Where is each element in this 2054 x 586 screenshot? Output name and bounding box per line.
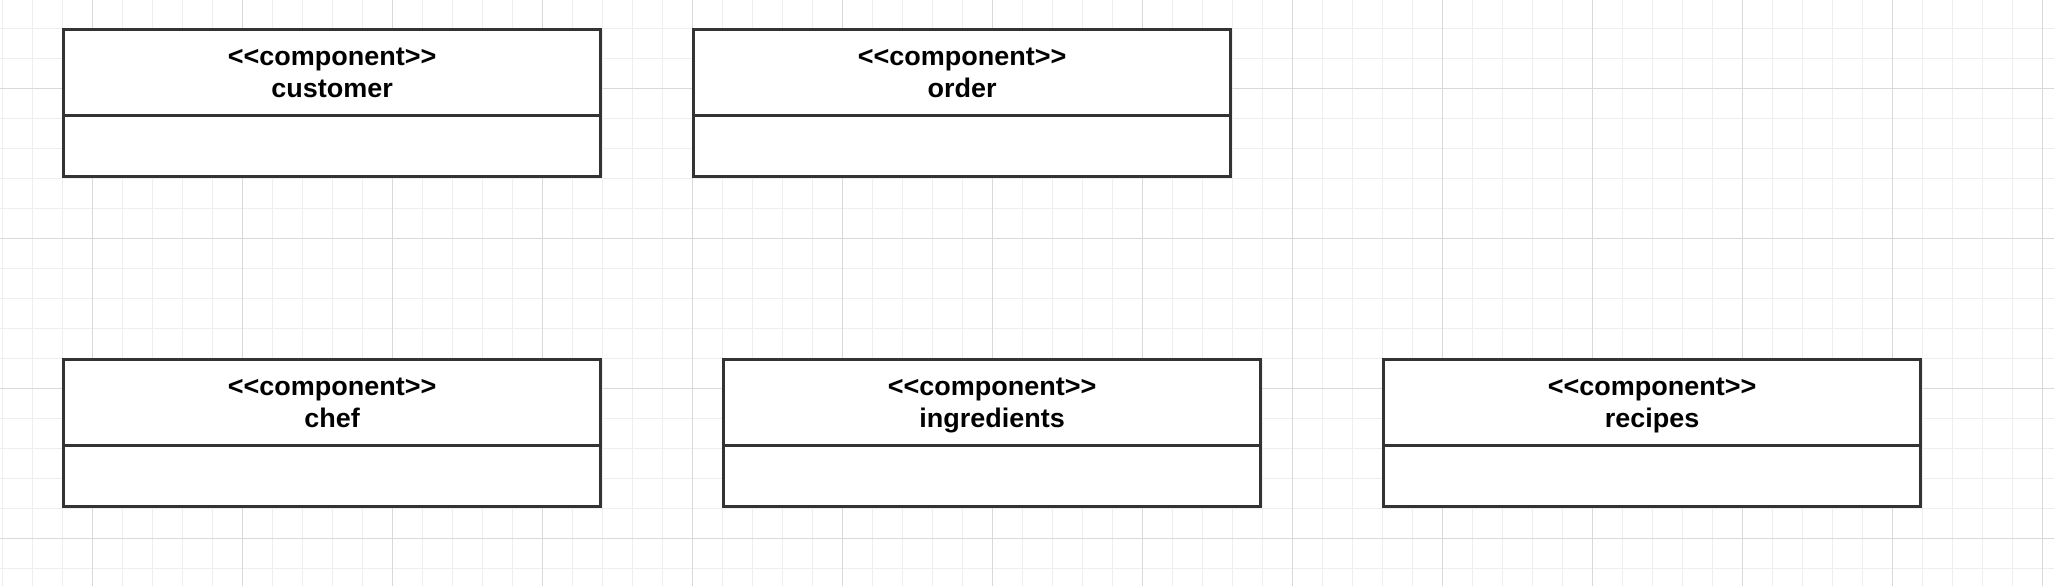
component-name: recipes	[1604, 402, 1700, 433]
component-header: <<component>> customer	[65, 31, 599, 117]
component-stereotype: <<component>>	[1547, 370, 1757, 401]
component-stereotype: <<component>>	[857, 40, 1067, 71]
component-stereotype: <<component>>	[227, 40, 437, 71]
component-order[interactable]: <<component>> order	[692, 28, 1232, 178]
component-body	[65, 117, 599, 175]
component-name: ingredients	[919, 402, 1065, 433]
component-header: <<component>> chef	[65, 361, 599, 447]
component-body	[725, 447, 1259, 505]
component-name: customer	[271, 72, 393, 103]
component-recipes[interactable]: <<component>> recipes	[1382, 358, 1922, 508]
component-name: chef	[304, 402, 360, 433]
component-header: <<component>> order	[695, 31, 1229, 117]
component-body	[65, 447, 599, 505]
component-body	[1385, 447, 1919, 505]
component-stereotype: <<component>>	[227, 370, 437, 401]
component-header: <<component>> recipes	[1385, 361, 1919, 447]
component-chef[interactable]: <<component>> chef	[62, 358, 602, 508]
component-customer[interactable]: <<component>> customer	[62, 28, 602, 178]
component-name: order	[927, 72, 997, 103]
component-stereotype: <<component>>	[887, 370, 1097, 401]
component-ingredients[interactable]: <<component>> ingredients	[722, 358, 1262, 508]
component-body	[695, 117, 1229, 175]
component-header: <<component>> ingredients	[725, 361, 1259, 447]
